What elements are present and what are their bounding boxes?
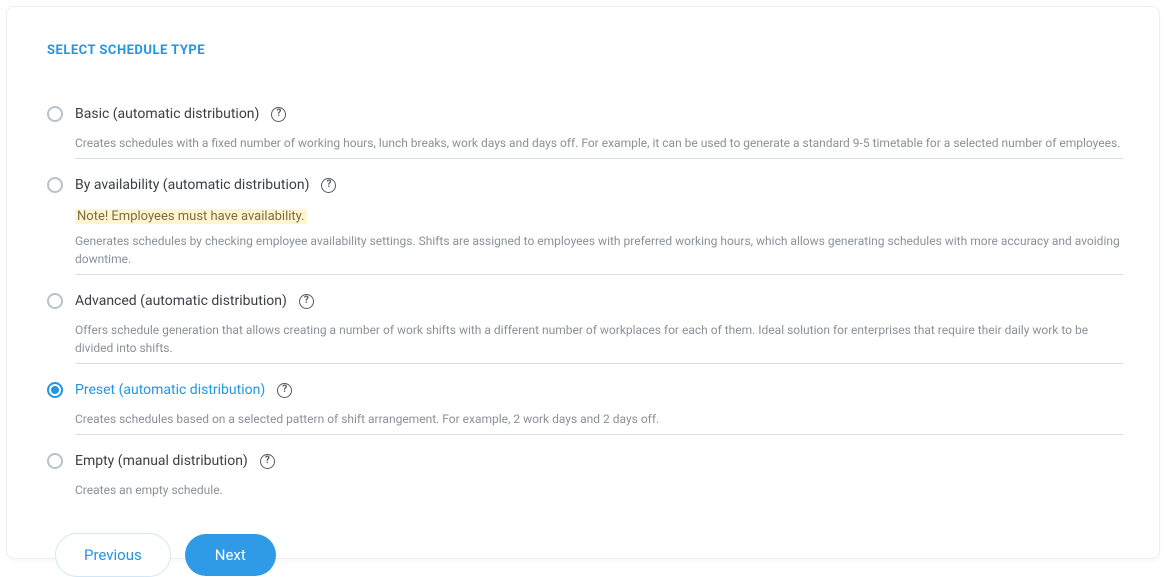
next-button[interactable]: Next [185,534,276,576]
schedule-type-card: SELECT SCHEDULE TYPE Basic (automatic di… [6,6,1160,559]
option-basic: Basic (automatic distribution)? Creates s… [47,104,1123,159]
radio-basic[interactable] [47,106,63,122]
option-label: Empty (manual distribution) [75,453,248,469]
option-body: Creates schedules based on a selected pa… [75,410,1123,435]
option-label: By availability (automatic distribution) [75,177,309,193]
help-icon[interactable]: ? [321,178,336,193]
option-description: Creates schedules based on a selected pa… [75,410,1123,428]
wizard-actions: Previous Next [47,533,1123,577]
option-header-availability[interactable]: By availability (automatic distribution)… [47,175,1123,195]
option-label: Advanced (automatic distribution) [75,293,287,309]
radio-preset[interactable] [47,382,63,398]
option-label: Preset (automatic distribution) [75,382,265,398]
option-description: Creates an empty schedule. [75,481,1123,499]
options-list: Basic (automatic distribution)? Creates s… [47,104,1123,505]
option-advanced: Advanced (automatic distribution)? Offers… [47,291,1123,364]
option-note: Note! Employees must have availability. [75,209,307,224]
section-heading: SELECT SCHEDULE TYPE [47,43,1123,58]
help-icon[interactable]: ? [271,107,286,122]
option-empty: Empty (manual distribution)? Creates an e… [47,451,1123,505]
option-header-empty[interactable]: Empty (manual distribution)? [47,451,1123,471]
help-icon[interactable]: ? [299,294,314,309]
radio-advanced[interactable] [47,293,63,309]
option-description: Creates schedules with a fixed number of… [75,134,1123,152]
option-header-basic[interactable]: Basic (automatic distribution)? [47,104,1123,124]
option-body: Note! Employees must have availability. G… [75,205,1123,275]
option-availability: By availability (automatic distribution)… [47,175,1123,275]
option-description: Generates schedules by checking employee… [75,232,1123,268]
option-preset: Preset (automatic distribution)? Creates … [47,380,1123,435]
option-body: Offers schedule generation that allows c… [75,321,1123,364]
help-icon[interactable]: ? [260,454,275,469]
option-body: Creates an empty schedule. [75,481,1123,505]
option-body: Creates schedules with a fixed number of… [75,134,1123,159]
option-header-advanced[interactable]: Advanced (automatic distribution)? [47,291,1123,311]
radio-availability[interactable] [47,177,63,193]
option-label: Basic (automatic distribution) [75,106,259,122]
radio-empty[interactable] [47,453,63,469]
help-icon[interactable]: ? [277,383,292,398]
option-description: Offers schedule generation that allows c… [75,321,1123,357]
previous-button[interactable]: Previous [55,533,171,577]
option-header-preset[interactable]: Preset (automatic distribution)? [47,380,1123,400]
